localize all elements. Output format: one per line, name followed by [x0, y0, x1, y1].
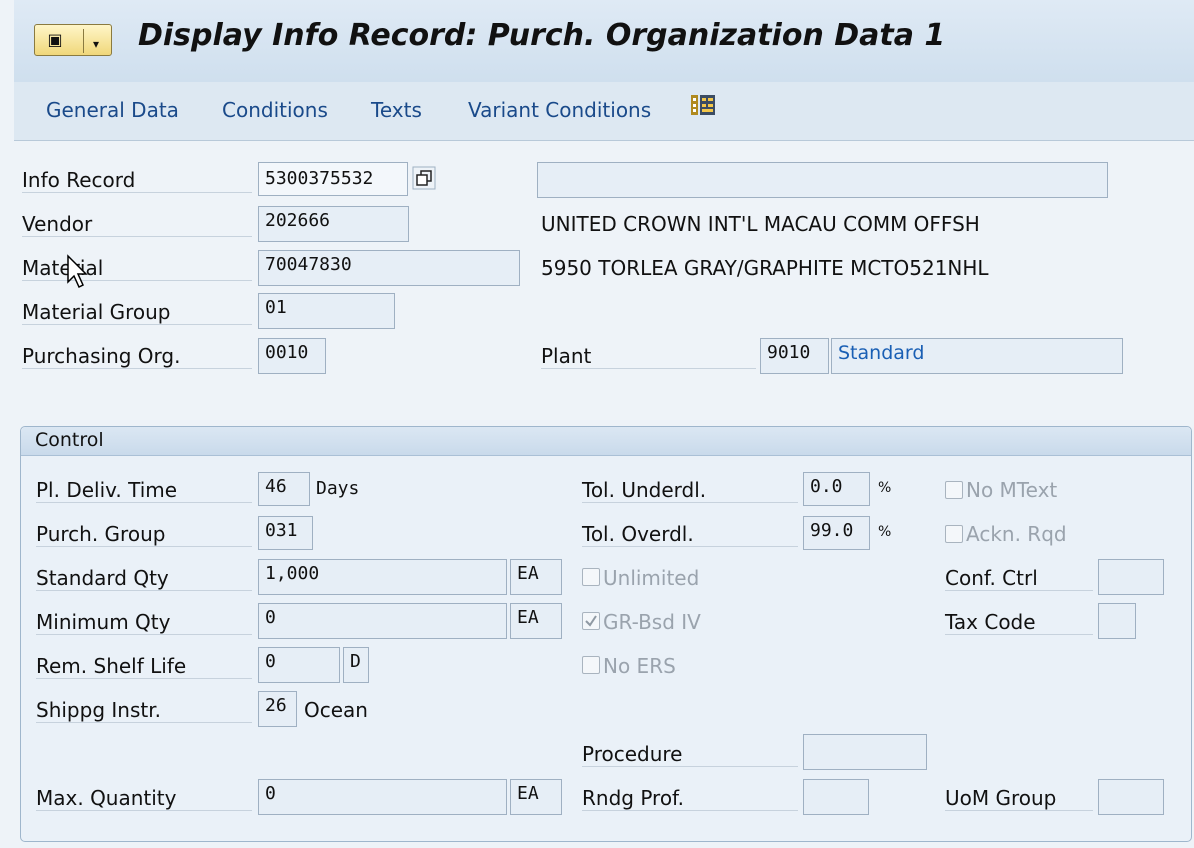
title-bar: ▣ ▾ Display Info Record: Purch. Organiza… [14, 0, 1194, 83]
pl-deliv-time-field[interactable]: 46 [258, 472, 310, 506]
info-record-label: Info Record [22, 168, 252, 193]
purchasing-org-label: Purchasing Org. [22, 344, 252, 369]
rndg-prof-label: Rndg Prof. [582, 786, 798, 811]
vendor-name: UNITED CROWN INT'L MACAU COMM OFFSH [541, 212, 980, 236]
info-record-text-field [537, 162, 1108, 198]
mouse-pointer-icon [67, 254, 88, 289]
tol-overdl-field[interactable]: 99.0 [803, 516, 870, 550]
chevron-down-icon: ▾ [93, 37, 100, 51]
standard-qty-label: Standard Qty [36, 566, 252, 591]
tol-underdl-unit: % [878, 480, 892, 496]
shippg-instr-label: Shippg Instr. [36, 698, 252, 723]
system-menu-button[interactable]: ▣ ▾ [34, 24, 112, 56]
rem-shelf-life-field[interactable]: 0 [258, 647, 340, 683]
unlimited-checkbox[interactable] [582, 568, 600, 586]
pl-deliv-time-unit: Days [316, 478, 360, 499]
no-mtext-checkbox[interactable] [945, 481, 963, 499]
tol-underdl-label: Tol. Underdl. [582, 478, 798, 503]
uom-group-field[interactable] [1098, 779, 1164, 815]
tol-overdl-label: Tol. Overdl. [582, 522, 798, 547]
overview-grid-icon[interactable] [690, 94, 716, 116]
menu-icon: ▣ [47, 30, 63, 49]
texts-button[interactable]: Texts [371, 98, 422, 122]
purch-group-label: Purch. Group [36, 522, 252, 547]
control-group-header: Control [21, 427, 1191, 456]
rem-shelf-life-unit-field[interactable]: D [343, 647, 369, 683]
procedure-label: Procedure [582, 742, 798, 767]
menu-separator [83, 29, 84, 53]
copy-icon[interactable] [412, 166, 436, 190]
max-quantity-field[interactable]: 0 [258, 779, 507, 815]
no-ers-label: No ERS [603, 654, 676, 678]
ackn-rqd-checkbox[interactable] [945, 525, 963, 543]
vendor-label: Vendor [22, 212, 252, 237]
rem-shelf-life-label: Rem. Shelf Life [36, 654, 252, 679]
variant-conditions-button[interactable]: Variant Conditions [468, 98, 651, 122]
shippg-instr-text: Ocean [304, 698, 368, 722]
material-label: Material [22, 256, 252, 281]
standard-qty-field[interactable]: 1,000 [258, 559, 507, 595]
gr-bsd-iv-label: GR-Bsd IV [603, 610, 701, 634]
application-toolbar: General Data Conditions Texts Variant Co… [14, 82, 1194, 141]
uom-group-label: UoM Group [945, 786, 1093, 811]
standard-qty-unit-field[interactable]: EA [510, 559, 562, 595]
info-record-field[interactable]: 5300375532 [258, 162, 408, 196]
pl-deliv-time-label: Pl. Deliv. Time [36, 478, 252, 503]
tol-overdl-unit: % [878, 524, 892, 540]
plant-field[interactable]: 9010 [760, 338, 829, 374]
checkmark-icon [585, 615, 597, 627]
minimum-qty-field[interactable]: 0 [258, 603, 507, 639]
minimum-qty-label: Minimum Qty [36, 610, 252, 635]
shippg-instr-field[interactable]: 26 [258, 691, 297, 727]
page-title: Display Info Record: Purch. Organization… [138, 18, 946, 53]
plant-name-field: Standard [831, 338, 1123, 374]
conditions-button[interactable]: Conditions [222, 98, 328, 122]
max-quantity-label: Max. Quantity [36, 786, 252, 811]
tax-code-field[interactable] [1098, 603, 1136, 639]
material-description: 5950 TORLEA GRAY/GRAPHITE MCTO521NHL [541, 256, 989, 280]
purch-group-field[interactable]: 031 [258, 516, 313, 550]
minimum-qty-unit-field[interactable]: EA [510, 603, 562, 639]
tax-code-label: Tax Code [945, 610, 1093, 635]
plant-label: Plant [541, 344, 756, 369]
conf-ctrl-field[interactable] [1098, 559, 1164, 595]
gr-bsd-iv-checkbox[interactable] [582, 612, 600, 630]
procedure-field[interactable] [803, 734, 927, 770]
purchasing-org-field[interactable]: 0010 [258, 338, 326, 374]
vendor-field[interactable]: 202666 [258, 206, 409, 242]
control-group-title: Control [35, 429, 104, 451]
conf-ctrl-label: Conf. Ctrl [945, 566, 1093, 591]
general-data-button[interactable]: General Data [46, 98, 179, 122]
ackn-rqd-label: Ackn. Rqd [966, 522, 1067, 546]
no-mtext-label: No MText [966, 478, 1058, 502]
unlimited-label: Unlimited [603, 566, 700, 590]
material-group-field[interactable]: 01 [258, 293, 395, 329]
no-ers-checkbox[interactable] [582, 656, 600, 674]
material-group-label: Material Group [22, 300, 252, 325]
rndg-prof-field[interactable] [803, 779, 869, 815]
material-field[interactable]: 70047830 [258, 250, 520, 286]
tol-underdl-field[interactable]: 0.0 [803, 472, 870, 506]
max-quantity-unit-field[interactable]: EA [510, 779, 562, 815]
